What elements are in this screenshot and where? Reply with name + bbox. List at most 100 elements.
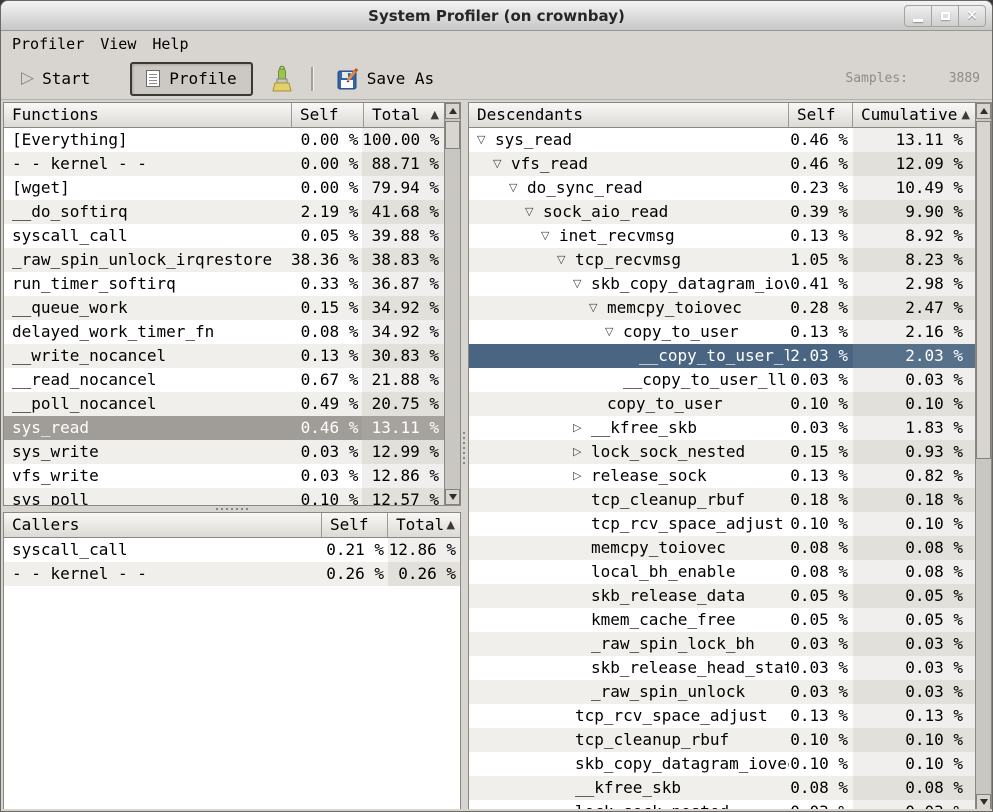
function-row[interactable]: __queue_work0.15 %34.92 % [4, 296, 444, 320]
descendants-column-header[interactable]: Descendants [469, 103, 789, 127]
function-row[interactable]: - - kernel - -0.00 %88.71 % [4, 152, 444, 176]
expander-closed-icon[interactable]: ▷ [573, 416, 591, 440]
descendant-tree-row[interactable]: kmem_cache_free0.05 %0.05 % [469, 608, 975, 632]
function-row[interactable]: __write_nocancel0.13 %30.83 % [4, 344, 444, 368]
callers-total-column-header[interactable]: Total▲ [388, 513, 460, 537]
descendants-self-column-header[interactable]: Self [789, 103, 853, 127]
expander-open-icon[interactable]: ▽ [509, 176, 527, 200]
scrollbar-up-button[interactable] [445, 103, 460, 119]
descendant-tree-row[interactable]: ▷lock_sock_nested0.15 %0.93 % [469, 440, 975, 464]
descendant-tree-row[interactable]: skb_release_data0.05 %0.05 % [469, 584, 975, 608]
descendants-pane: Descendants Self Cumulative▲ ▽sys_read0.… [468, 102, 992, 811]
expander-open-icon[interactable]: ▽ [557, 248, 575, 272]
descendants-scrollbar[interactable] [975, 103, 991, 810]
expander-open-icon[interactable]: ▽ [477, 128, 495, 152]
descendant-tree-row[interactable]: ▽do_sync_read0.23 %10.49 % [469, 176, 975, 200]
descendant-tree-row[interactable]: ▽skb_copy_datagram_iov…0.41 %2.98 % [469, 272, 975, 296]
descendant-tree-row[interactable]: _raw_spin_lock_bh0.03 %0.03 % [469, 632, 975, 656]
cumulative-cell: 0.03 % [853, 656, 975, 680]
descendant-tree-row[interactable]: memcpy_toiovec0.08 %0.08 % [469, 536, 975, 560]
total-cell: 13.11 % [362, 416, 444, 440]
scrollbar-down-button[interactable] [976, 794, 991, 810]
function-row[interactable]: delayed_work_timer_fn0.08 %34.92 % [4, 320, 444, 344]
function-row[interactable]: __poll_nocancel0.49 %20.75 % [4, 392, 444, 416]
descendant-tree-row[interactable]: ▽vfs_read0.46 %12.09 % [469, 152, 975, 176]
descendant-tree-row[interactable]: ▷release_sock0.13 %0.82 % [469, 464, 975, 488]
descendant-tree-row[interactable]: tcp_rcv_space_adjust0.13 %0.13 % [469, 704, 975, 728]
descendant-tree-row[interactable]: skb_release_head_state0.03 %0.03 % [469, 656, 975, 680]
symbol-name: _raw_spin_lock_bh [591, 632, 755, 656]
self-cell: 0.10 % [291, 488, 363, 505]
descendant-tree-row[interactable]: ▷__kfree_skb0.03 %1.83 % [469, 416, 975, 440]
symbol-name: __write_nocancel [12, 344, 166, 368]
descendant-tree-row[interactable]: ▽sys_read0.46 %13.11 % [469, 128, 975, 152]
start-button[interactable]: ▷ Start [9, 63, 102, 95]
descendant-tree-row[interactable]: local_bh_enable0.08 %0.08 % [469, 560, 975, 584]
expander-open-icon[interactable]: ▽ [589, 296, 607, 320]
callers-column-header[interactable]: Callers [4, 513, 322, 537]
symbol-name: vfs_read [511, 152, 588, 176]
expander-open-icon[interactable]: ▽ [573, 272, 591, 296]
expander-open-icon[interactable]: ▽ [541, 224, 559, 248]
descendant-tree-row[interactable]: __copy_to_user_ll0.03 %0.03 % [469, 368, 975, 392]
self-cell: 0.67 % [291, 368, 363, 392]
scrollbar-down-button[interactable] [445, 489, 460, 505]
descendant-tree-row[interactable]: __copy_to_user_ll2.03 %2.03 % [469, 344, 975, 368]
titlebar[interactable]: System Profiler (on crownbay) ✕ [1, 1, 992, 31]
function-row[interactable]: sys_poll0.10 %12.57 % [4, 488, 444, 505]
descendant-tree-row[interactable]: tcp_rcv_space_adjust0.10 %0.10 % [469, 512, 975, 536]
function-row[interactable]: vfs_write0.03 %12.86 % [4, 464, 444, 488]
descendant-tree-row[interactable]: _raw_spin_unlock0.03 %0.03 % [469, 680, 975, 704]
self-cell: 2.03 % [789, 344, 853, 368]
close-button[interactable]: ✕ [958, 5, 986, 27]
descendant-tree-row[interactable]: ▽sock_aio_read0.39 %9.90 % [469, 200, 975, 224]
function-row[interactable]: [wget]0.00 %79.94 % [4, 176, 444, 200]
function-row[interactable]: __read_nocancel0.67 %21.88 % [4, 368, 444, 392]
function-row[interactable]: syscall_call0.05 %39.88 % [4, 224, 444, 248]
expander-open-icon[interactable]: ▽ [605, 320, 623, 344]
scrollbar-thumb[interactable] [976, 121, 991, 459]
descendant-tree-row[interactable]: tcp_cleanup_rbuf0.10 %0.10 % [469, 728, 975, 752]
scrollbar-up-button[interactable] [976, 103, 991, 119]
function-name-cell: sys_read [4, 416, 291, 440]
self-cell: 0.08 % [291, 320, 363, 344]
reset-brush-button[interactable] [265, 63, 299, 95]
menu-profiler[interactable]: Profiler [4, 31, 92, 58]
descendant-tree-row[interactable]: skb_copy_datagram_iovec0.10 %0.10 % [469, 752, 975, 776]
profile-toggle-button[interactable]: Profile [130, 62, 252, 96]
callers-self-column-header[interactable]: Self [322, 513, 388, 537]
function-row[interactable]: sys_write0.03 %12.99 % [4, 440, 444, 464]
menu-view[interactable]: View [92, 31, 144, 58]
expander-closed-icon[interactable]: ▷ [573, 464, 591, 488]
descendants-cumulative-column-header[interactable]: Cumulative▲ [853, 103, 975, 127]
functions-scrollbar[interactable] [444, 103, 460, 505]
descendant-tree-row[interactable]: __kfree_skb0.08 %0.08 % [469, 776, 975, 800]
vertical-splitter[interactable] [461, 102, 468, 811]
expander-open-icon[interactable]: ▽ [525, 200, 543, 224]
maximize-button[interactable] [931, 5, 959, 27]
descendant-tree-row[interactable]: ▽tcp_recvmsg1.05 %8.23 % [469, 248, 975, 272]
descendant-tree-row[interactable]: ▽memcpy_toiovec0.28 %2.47 % [469, 296, 975, 320]
expander-closed-icon[interactable]: ▷ [573, 440, 591, 464]
descendant-tree-row[interactable]: ▽inet_recvmsg0.13 %8.92 % [469, 224, 975, 248]
descendant-name-cell: ▷release_sock [469, 464, 789, 488]
descendant-tree-row[interactable]: tcp_cleanup_rbuf0.18 %0.18 % [469, 488, 975, 512]
expander-open-icon[interactable]: ▽ [493, 152, 511, 176]
functions-column-header[interactable]: Functions [4, 103, 292, 127]
sort-asc-icon: ▲ [447, 513, 455, 537]
function-row[interactable]: _raw_spin_unlock_irqrestore38.36 %38.83 … [4, 248, 444, 272]
functions-total-column-header[interactable]: Total▲ [364, 103, 444, 127]
function-row[interactable]: [Everything]0.00 %100.00 % [4, 128, 444, 152]
minimize-button[interactable] [904, 5, 932, 27]
caller-row[interactable]: syscall_call0.21 %12.86 % [4, 538, 460, 562]
caller-row[interactable]: - - kernel - -0.26 %0.26 % [4, 562, 460, 586]
function-row[interactable]: __do_softirq2.19 %41.68 % [4, 200, 444, 224]
scrollbar-thumb[interactable] [445, 121, 460, 149]
save-as-button[interactable]: Save As [325, 63, 446, 95]
descendant-tree-row[interactable]: ▽copy_to_user0.13 %2.16 % [469, 320, 975, 344]
functions-self-column-header[interactable]: Self [292, 103, 364, 127]
function-row[interactable]: run_timer_softirq0.33 %36.87 % [4, 272, 444, 296]
descendant-tree-row[interactable]: copy_to_user0.10 %0.10 % [469, 392, 975, 416]
function-row[interactable]: sys_read0.46 %13.11 % [4, 416, 444, 440]
menu-help[interactable]: Help [144, 31, 196, 58]
